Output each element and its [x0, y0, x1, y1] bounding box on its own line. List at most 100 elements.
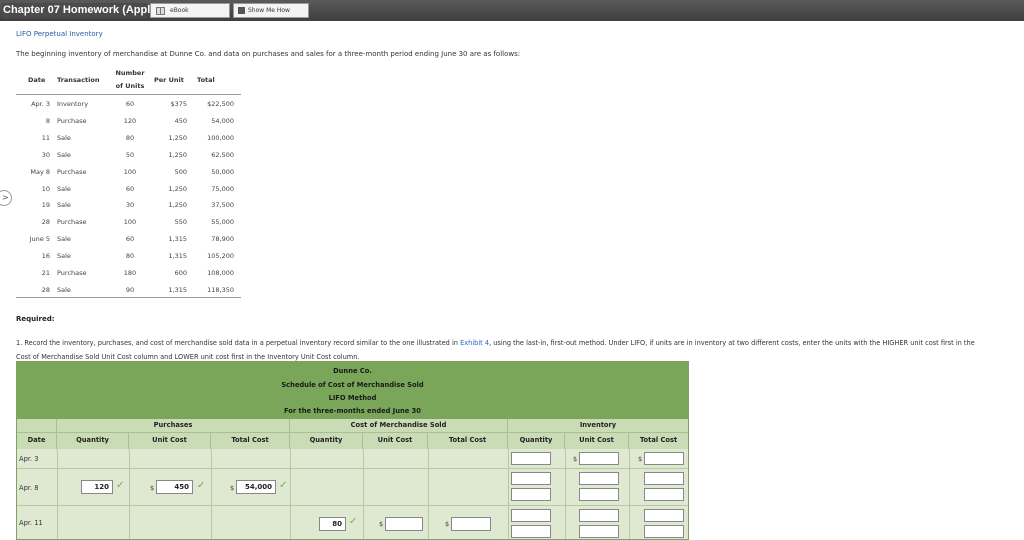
data-date: 16	[41, 252, 50, 261]
data-date: May 8	[30, 167, 50, 176]
exhibit-link[interactable]: Exhibit 4	[460, 339, 489, 347]
data-per-unit: 1,250	[168, 150, 187, 159]
data-date: 30	[41, 150, 50, 159]
col-header-per-unit: Per Unit	[154, 76, 184, 84]
apr11-cogs-quantity-input[interactable]: 80	[319, 517, 346, 531]
col-inventory-quantity: Quantity	[508, 432, 565, 449]
data-per-unit: 1,315	[168, 252, 187, 261]
col-purchase-quantity: Quantity	[57, 432, 129, 449]
row3-inventory-total-cost-input[interactable]	[644, 509, 684, 522]
data-units: 80	[125, 252, 135, 261]
table-bottom-rule	[16, 297, 241, 298]
row2-inventory-unit-cost-input[interactable]	[579, 488, 619, 501]
currency-symbol: $	[150, 484, 155, 492]
row3-inventory-unit-cost-input[interactable]	[579, 509, 619, 522]
col-header-total: Total	[197, 76, 215, 84]
video-icon	[238, 7, 245, 14]
top-bar: Chapter 07 Homework (Application) eBook …	[0, 0, 1024, 21]
show-me-how-button[interactable]: Show Me How	[233, 3, 309, 18]
grid-column-rule	[211, 449, 212, 539]
col-purchase-total-cost: Total Cost	[211, 432, 290, 449]
ebook-label: eBook	[170, 7, 189, 14]
apr11-cogs-total-cost-input[interactable]	[451, 517, 491, 531]
col-header-date: Date	[28, 76, 46, 84]
ebook-button[interactable]: eBook	[150, 3, 230, 18]
instruction-text: 1. Record the inventory, purchases, and …	[16, 336, 1016, 364]
row1-inventory-total-cost-input[interactable]	[644, 452, 684, 465]
data-units: 60	[125, 184, 135, 193]
apr11-cogs-unit-cost-input[interactable]	[385, 517, 423, 531]
currency-symbol: $	[638, 455, 643, 463]
currency-symbol: $	[230, 484, 235, 492]
schedule-company: Dunne Co.	[333, 367, 372, 375]
group-purchases: Purchases	[57, 419, 290, 432]
instruction-part-2: , using the last-in, first-out method. U…	[489, 339, 975, 347]
schedule-method: LIFO Method	[328, 394, 377, 402]
chevron-right-icon: >	[2, 193, 9, 202]
data-date: Apr. 3	[31, 100, 50, 108]
data-total: 118,350	[207, 285, 234, 294]
data-transaction: Sale	[57, 285, 71, 294]
data-transaction: Sale	[57, 184, 71, 193]
data-date: 21	[41, 269, 50, 277]
row3-inventory-total-cost-input[interactable]	[644, 525, 684, 538]
data-total: 78,900	[211, 235, 234, 244]
table-header-rule	[16, 94, 241, 95]
row-date-apr-3: Apr. 3	[19, 455, 39, 463]
col-date: Date	[17, 432, 57, 449]
group-cogs: Cost of Merchandise Sold	[290, 419, 508, 432]
data-total: 55,000	[211, 218, 234, 227]
currency-symbol: $	[379, 520, 384, 528]
grid-row-rule	[17, 505, 688, 506]
assignment-title: Chapter 07 Homework (Application)	[2, 3, 190, 18]
row2-inventory-total-cost-input[interactable]	[644, 472, 684, 485]
data-per-unit: 1,250	[168, 184, 187, 193]
data-transaction: Sale	[57, 201, 71, 210]
grid-column-rule	[363, 449, 364, 539]
row2-inventory-quantity-input[interactable]	[511, 472, 551, 485]
col-header-transaction: Transaction	[57, 76, 100, 84]
col-inventory-total-cost: Total Cost	[629, 432, 688, 449]
row2-inventory-quantity-input[interactable]	[511, 488, 551, 501]
data-transaction: Purchase	[57, 116, 87, 125]
data-units: 100	[123, 167, 137, 176]
schedule-header: Dunne Co. Schedule of Cost of Merchandis…	[17, 362, 688, 419]
data-total: 108,000	[207, 269, 234, 277]
instruction-part-1: 1. Record the inventory, purchases, and …	[16, 339, 461, 347]
row-date-apr-11: Apr. 11	[19, 519, 43, 527]
data-total: 100,000	[207, 133, 234, 142]
data-units: 60	[125, 100, 135, 108]
apr8-purchase-unit-cost-input[interactable]: 450	[156, 480, 193, 494]
data-units: 50	[125, 150, 135, 159]
data-per-unit: 500	[174, 167, 187, 176]
row3-inventory-quantity-input[interactable]	[511, 525, 551, 538]
row1-inventory-unit-cost-input[interactable]	[579, 452, 619, 465]
grid-column-rule	[565, 449, 566, 539]
data-total: 54,000	[211, 116, 234, 125]
schedule-title: Schedule of Cost of Merchandise Sold	[281, 381, 424, 389]
currency-symbol: $	[445, 520, 450, 528]
check-icon: ✓	[349, 516, 358, 527]
data-date: June 5	[29, 235, 50, 244]
problem-subtitle: LIFO Perpetual Inventory	[16, 30, 103, 38]
check-icon: ✓	[279, 480, 288, 491]
expand-panel-button[interactable]: >	[0, 190, 12, 206]
data-total: 37,500	[211, 201, 234, 210]
row2-inventory-unit-cost-input[interactable]	[579, 472, 619, 485]
row3-inventory-unit-cost-input[interactable]	[579, 525, 619, 538]
row2-inventory-total-cost-input[interactable]	[644, 488, 684, 501]
data-transaction: Purchase	[57, 269, 87, 277]
data-transaction: Inventory	[57, 100, 89, 108]
grid-column-rule	[428, 449, 429, 539]
data-date: 28	[41, 218, 50, 227]
data-per-unit: 1,250	[168, 201, 187, 210]
apr8-purchase-total-cost-input[interactable]: 54,000	[236, 480, 276, 494]
data-date: 11	[41, 133, 50, 142]
apr8-purchase-quantity-input[interactable]: 120	[81, 480, 113, 494]
data-per-unit: 550	[174, 218, 187, 227]
col-cogs-total-cost: Total Cost	[428, 432, 508, 449]
grid-row-rule	[17, 468, 688, 469]
row1-inventory-quantity-input[interactable]	[511, 452, 551, 465]
data-date: 10	[41, 184, 50, 193]
row3-inventory-quantity-input[interactable]	[511, 509, 551, 522]
